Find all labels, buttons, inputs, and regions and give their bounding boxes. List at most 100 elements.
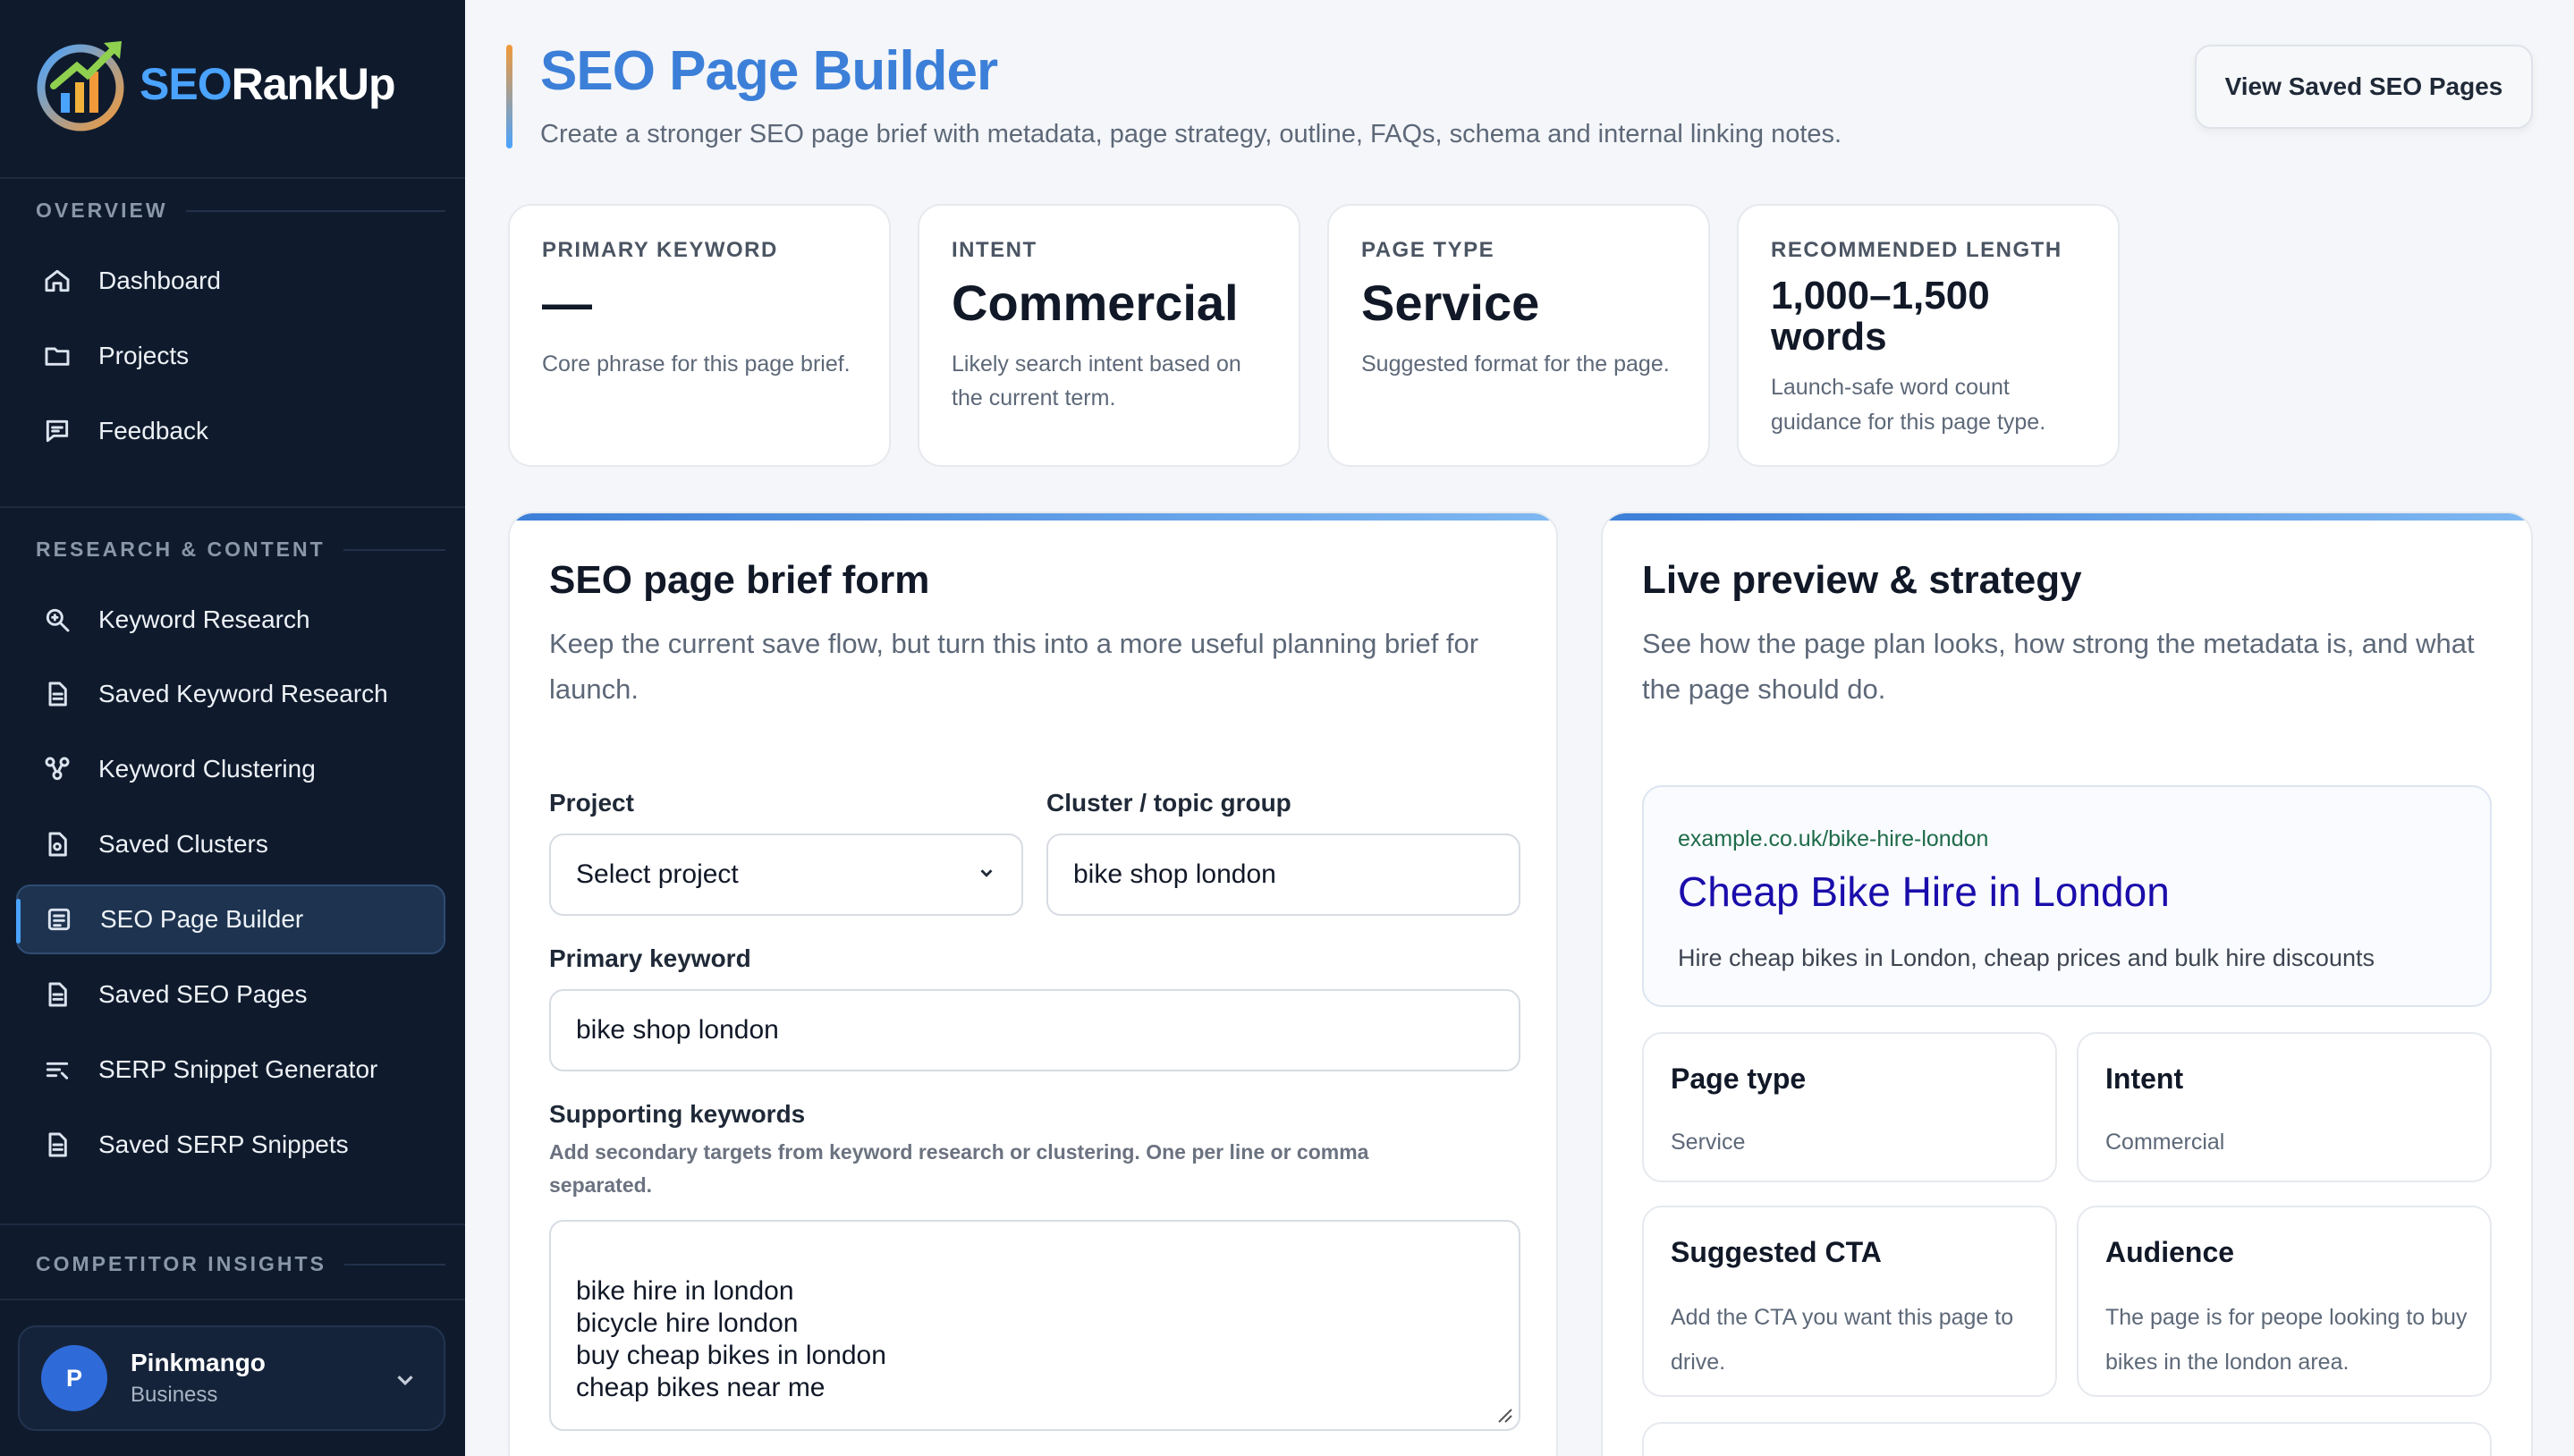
sidebar-divider <box>0 1299 465 1300</box>
stat-label: PRIMARY KEYWORD <box>542 238 778 262</box>
sidebar-item-seo-page-builder[interactable]: SEO Page Builder <box>16 885 445 954</box>
sidebar-item-label: SEO Page Builder <box>100 905 304 933</box>
user-name: Pinkmango <box>131 1349 266 1376</box>
supporting-keywords-textarea[interactable]: bike hire in london bicycle hire london … <box>549 1220 1520 1431</box>
cluster-input-value: bike shop london <box>1073 859 1276 889</box>
home-icon <box>41 265 73 297</box>
stat-label: INTENT <box>952 238 1037 262</box>
stat-card-primary-keyword: PRIMARY KEYWORD — Core phrase for this p… <box>508 204 891 467</box>
strategy-card-value: The page is for peope looking to buy bik… <box>2105 1305 2468 1375</box>
user-menu[interactable]: P Pinkmango Business <box>18 1325 445 1431</box>
sidebar-item-label: Saved Clusters <box>98 830 268 858</box>
strategy-card-value: Add the CTA you want this page to drive. <box>1671 1305 2014 1375</box>
sidebar-item-feedback[interactable]: Feedback <box>16 396 445 466</box>
stat-card-page-type: PAGE TYPE Service Suggested format for t… <box>1327 204 1710 467</box>
sidebar-item-label: Feedback <box>98 417 208 444</box>
brand-rankup: RankUp <box>231 59 396 109</box>
sidebar-item-keyword-clustering[interactable]: Keyword Clustering <box>16 734 445 804</box>
stat-value: — <box>542 275 592 331</box>
section-overview: OVERVIEW <box>36 199 445 223</box>
sidebar-item-label: Saved SERP Snippets <box>98 1130 349 1158</box>
document-icon <box>41 1129 73 1161</box>
sidebar-item-label: Projects <box>98 342 190 369</box>
logo-icon <box>37 41 124 131</box>
sidebar-item-dashboard[interactable]: Dashboard <box>16 246 445 316</box>
cluster-input[interactable]: bike shop london <box>1046 834 1520 916</box>
panel-accent-bar <box>510 513 1556 521</box>
stat-value: Commercial <box>952 275 1239 331</box>
sidebar-item-saved-serp-snippets[interactable]: Saved SERP Snippets <box>16 1110 445 1180</box>
sidebar-item-keyword-research[interactable]: Keyword Research <box>16 585 445 655</box>
sidebar-item-label: Dashboard <box>98 267 221 294</box>
serp-preview: example.co.uk/bike-hire-london Cheap Bik… <box>1642 785 2492 1007</box>
sidebar-item-saved-seo-pages[interactable]: Saved SEO Pages <box>16 960 445 1029</box>
supporting-keywords-label: Supporting keywords <box>549 1100 806 1128</box>
preview-title: Live preview & strategy <box>1642 558 2082 602</box>
page-builder-icon <box>43 903 75 935</box>
sidebar-item-saved-clusters[interactable]: Saved Clusters <box>16 809 445 879</box>
stat-label: RECOMMENDED LENGTH <box>1771 238 2062 262</box>
document-icon <box>41 678 73 710</box>
brand-seo: SEO <box>140 59 233 109</box>
strategy-card-title: Page type <box>1671 1062 1807 1095</box>
project-select-value: Select project <box>576 859 739 889</box>
sidebar-item-saved-keyword-research[interactable]: Saved Keyword Research <box>16 659 445 729</box>
user-plan: Business <box>131 1383 218 1407</box>
brand-logo[interactable]: SEORankUp <box>34 30 396 138</box>
form-subtitle: Keep the current save flow, but turn thi… <box>549 628 1479 706</box>
sidebar-item-label: Keyword Clustering <box>98 755 316 783</box>
strategy-card-title: Suggested CTA <box>1671 1236 1882 1268</box>
primary-keyword-value: bike shop london <box>576 1015 779 1045</box>
view-saved-seo-pages-button[interactable]: View Saved SEO Pages <box>2195 45 2533 129</box>
primary-keyword-label: Primary keyword <box>549 944 751 972</box>
cluster-label: Cluster / topic group <box>1046 789 1291 817</box>
primary-keyword-input[interactable]: bike shop london <box>549 989 1520 1071</box>
cluster-icon <box>41 753 73 785</box>
form-title: SEO page brief form <box>549 558 930 602</box>
sidebar-item-label: SERP Snippet Generator <box>98 1055 378 1083</box>
avatar: P <box>41 1345 107 1411</box>
stat-label: PAGE TYPE <box>1361 238 1495 262</box>
strategy-card-intent: Intent Commercial <box>2077 1032 2492 1182</box>
stat-description: Core phrase for this page brief. <box>542 351 851 377</box>
chevron-down-icon <box>977 859 996 890</box>
header-accent-bar <box>506 45 512 148</box>
supporting-keywords-value: bike hire in london bicycle hire london … <box>576 1276 886 1402</box>
sidebar-divider <box>0 1223 465 1225</box>
section-competitor-label: COMPETITOR INSIGHTS <box>36 1252 326 1275</box>
strategy-card-title: Intent <box>2105 1062 2184 1095</box>
strategy-card-next <box>1642 1422 2492 1456</box>
stat-value: 1,000–1,500 words <box>1771 274 1990 360</box>
section-competitor: COMPETITOR INSIGHTS <box>36 1252 445 1276</box>
project-label: Project <box>549 789 634 817</box>
snippet-icon <box>41 1054 73 1086</box>
strategy-card-value: Commercial <box>2105 1130 2225 1155</box>
sidebar-item-label: Saved Keyword Research <box>98 680 388 707</box>
sidebar-item-serp-snippet-generator[interactable]: SERP Snippet Generator <box>16 1035 445 1105</box>
sidebar-divider <box>0 506 465 508</box>
seo-brief-form-panel: SEO page brief form Keep the current sav… <box>508 512 1558 1456</box>
serp-title: Cheap Bike Hire in London <box>1678 868 2170 915</box>
chevron-down-icon <box>392 1367 419 1393</box>
page-title: SEO Page Builder <box>540 40 998 102</box>
section-research-label: RESEARCH & CONTENT <box>36 538 326 561</box>
resize-handle-icon[interactable] <box>1494 1404 1513 1424</box>
stat-description: Launch-safe word count guidance for this… <box>1771 375 2046 436</box>
search-icon <box>41 604 73 636</box>
strategy-card-page-type: Page type Service <box>1642 1032 2057 1182</box>
document-icon <box>41 978 73 1011</box>
serp-description: Hire cheap bikes in London, cheap prices… <box>1678 944 2375 971</box>
message-icon <box>41 415 73 447</box>
project-select[interactable]: Select project <box>549 834 1023 916</box>
stat-value: Service <box>1361 275 1540 331</box>
section-research: RESEARCH & CONTENT <box>36 538 445 562</box>
serp-url: example.co.uk/bike-hire-london <box>1678 826 1989 851</box>
sidebar-item-label: Keyword Research <box>98 605 310 633</box>
sidebar-item-label: Saved SEO Pages <box>98 980 308 1008</box>
page-subtitle: Create a stronger SEO page brief with me… <box>540 120 1842 148</box>
stat-description: Suggested format for the page. <box>1361 351 1670 377</box>
strategy-card-suggested-cta: Suggested CTA Add the CTA you want this … <box>1642 1206 2057 1397</box>
preview-subtitle: See how the page plan looks, how strong … <box>1642 628 2475 706</box>
supporting-keywords-help: Add secondary targets from keyword resea… <box>549 1140 1369 1197</box>
sidebar-item-projects[interactable]: Projects <box>16 321 445 391</box>
